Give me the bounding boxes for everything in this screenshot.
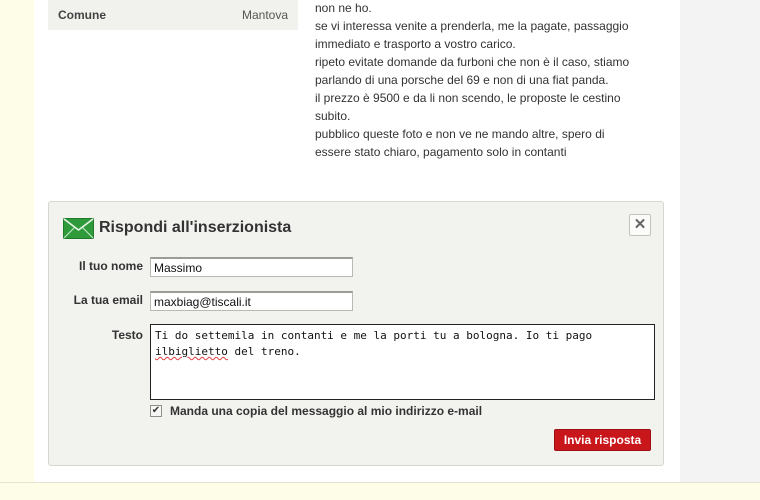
attribute-value: Mantova	[241, 8, 288, 22]
page-bottom	[0, 482, 760, 500]
listing-description: non ne ho. se vi interessa venite a pren…	[315, 0, 665, 161]
description-line: pubblico queste foto e non ve ne mando a…	[315, 127, 605, 141]
text-label: Testo	[111, 328, 143, 342]
email-label: La tua email	[73, 293, 143, 307]
reply-header: Rispondi all'inserzionista	[63, 216, 291, 240]
description-line: il prezzo è 9500 e da li non scendo, le …	[315, 91, 621, 105]
attribute-table: Comune Mantova	[48, 0, 298, 30]
message-textarea[interactable]: Ti do settemila in contanti e me la port…	[150, 324, 655, 400]
copy-checkbox[interactable]: ✔	[150, 405, 162, 417]
reply-form: Rispondi all'inserzionista ✕ Il tuo nome…	[48, 201, 664, 466]
close-icon: ✕	[633, 216, 647, 233]
name-input[interactable]	[150, 257, 353, 277]
description-line: subito.	[315, 109, 351, 123]
copy-checkbox-label: Manda una copia del messaggio al mio ind…	[170, 404, 483, 418]
description-line: immediato e trasporto a vostro carico.	[315, 37, 516, 51]
submit-button[interactable]: Invia risposta	[554, 429, 651, 451]
name-label: Il tuo nome	[79, 259, 143, 273]
reply-title: Rispondi all'inserzionista	[99, 219, 292, 236]
attribute-row: Comune Mantova	[48, 0, 298, 30]
message-text: Ti do settemila in contanti e me la port…	[155, 329, 599, 342]
description-line: ripeto evitate domande da furboni che no…	[315, 55, 630, 69]
envelope-icon	[63, 217, 94, 239]
description-line: se vi interessa venite a prenderla, me l…	[315, 19, 629, 33]
attribute-key: Comune	[58, 8, 106, 22]
close-button[interactable]: ✕	[629, 214, 651, 236]
right-column	[680, 0, 760, 482]
checkmark-icon: ✔	[151, 405, 161, 416]
description-line: essere stato chiaro, pagamento solo in c…	[315, 145, 567, 159]
email-input[interactable]	[150, 291, 353, 311]
misspelled-word: ilbiglietto	[155, 345, 228, 358]
description-line: non ne ho.	[315, 1, 372, 15]
message-text: del treno.	[227, 345, 301, 358]
description-line: parlando di una porsche del 69 e non di …	[315, 73, 609, 87]
